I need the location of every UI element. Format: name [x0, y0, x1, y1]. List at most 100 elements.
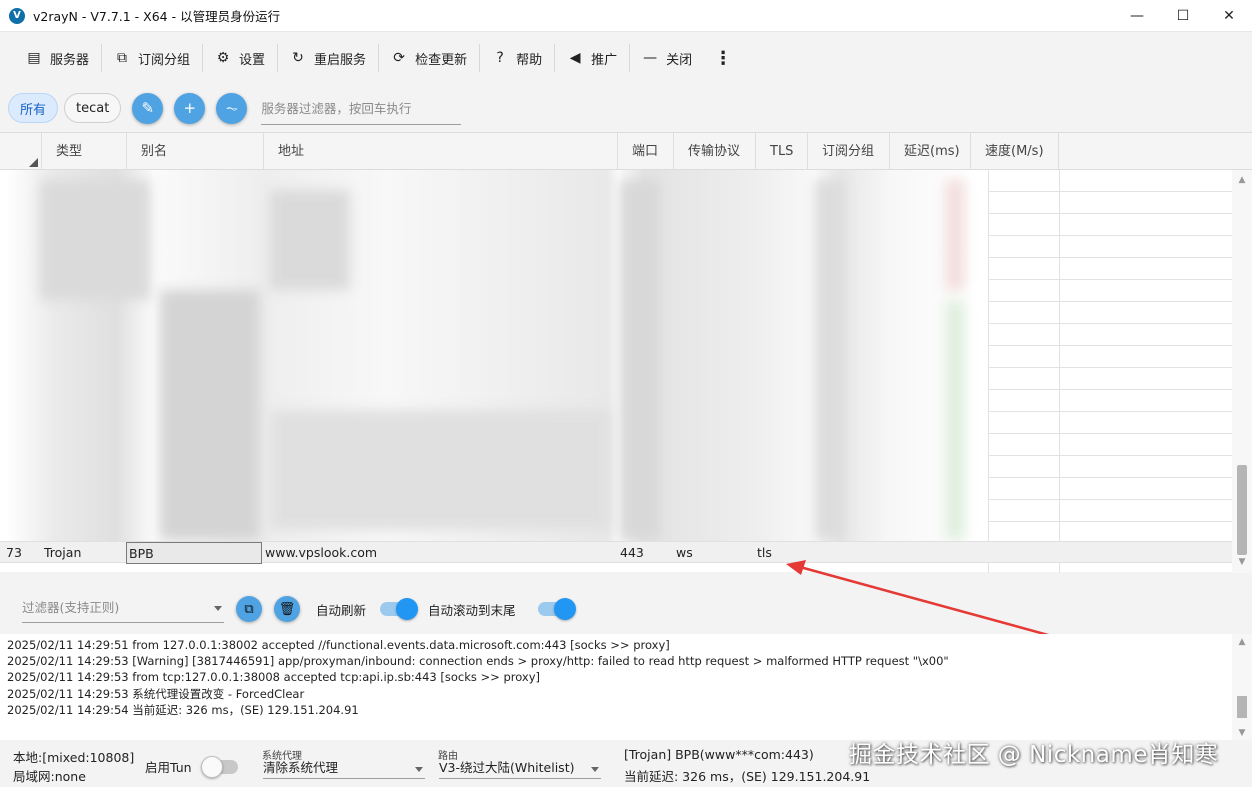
server-filter-input[interactable]: 服务器过滤器，按回车执行 [261, 91, 462, 125]
group-chip-tecat[interactable]: tecat [64, 93, 122, 123]
settings-menu[interactable]: ⚙ 设置 [203, 42, 277, 74]
blurred-block [945, 180, 965, 290]
grid-divider [988, 521, 1232, 522]
log-line: 2025/02/11 14:29:53 [Warning] [381744659… [7, 654, 949, 668]
grid-divider [988, 345, 1232, 346]
restart-icon: ↻ [292, 50, 304, 66]
log-output: 2025/02/11 14:29:51 from 127.0.0.1:38002… [0, 634, 1252, 740]
help-menu[interactable]: ? 帮助 [480, 42, 554, 74]
column-header-subscription[interactable]: 订阅分组 [808, 133, 890, 170]
toggle-knob [201, 756, 223, 778]
maximize-button[interactable]: ☐ [1160, 0, 1206, 32]
grid-divider [988, 323, 1232, 324]
grid-scrollbar[interactable]: ▲ ▼ [1232, 170, 1252, 573]
column-header-address[interactable]: 地址 [264, 133, 618, 170]
app-logo-icon: V [9, 7, 25, 24]
promotion-label: 推广 [591, 52, 618, 68]
grid-divider [988, 389, 1232, 390]
system-proxy-value: 清除系统代理 [263, 760, 339, 775]
grid-divider [988, 433, 1232, 434]
table-row-selected[interactable]: 73 Trojan BPB www.vpslook.com 443 ws tls [0, 541, 1232, 564]
copy-log-button[interactable]: ⧉ [236, 596, 262, 622]
grid-divider [988, 411, 1232, 412]
group-chip-all[interactable]: 所有 [8, 93, 59, 123]
blurred-block [620, 180, 660, 540]
grid-divider [988, 477, 1232, 478]
toggle-knob [396, 598, 419, 620]
minimize-button[interactable]: — [1114, 0, 1160, 32]
grid-divider [988, 279, 1232, 280]
column-header-port[interactable]: 端口 [618, 133, 674, 170]
current-server-info: [Trojan] BPB(www***com:443) [624, 747, 814, 762]
blurred-block [40, 180, 150, 300]
promotion-button[interactable]: ◀ 推广 [555, 42, 629, 74]
local-port-info: 本地:[mixed:10808] [13, 750, 135, 765]
subscription-icon: ⧉ [117, 50, 128, 66]
system-proxy-select[interactable]: 清除系统代理 [263, 759, 425, 779]
cell-tls: tls [757, 545, 772, 560]
column-header-network[interactable]: 传输协议 [674, 133, 756, 170]
update-icon: ⟳ [393, 50, 405, 66]
edit-server-button[interactable]: ✎ [132, 92, 164, 124]
chevron-down-icon [415, 767, 423, 772]
close-app-label: 关闭 [666, 52, 693, 68]
restart-service-button[interactable]: ↻ 重启服务 [278, 42, 378, 74]
corner-triangle-icon [29, 158, 38, 167]
blurred-block [270, 410, 610, 530]
scroll-up-icon[interactable]: ▲ [1232, 172, 1252, 188]
grid-divider [988, 367, 1232, 368]
server-icon: ▤ [27, 50, 41, 66]
cell-alias[interactable]: BPB [126, 542, 262, 564]
pencil-icon: ✎ [141, 99, 155, 117]
log-scrollbar[interactable]: ▲ ▼ [1232, 634, 1252, 740]
scroll-down-icon[interactable]: ▼ [1232, 554, 1252, 570]
grid-divider [988, 213, 1232, 214]
auto-scroll-label: 自动滚动到末尾 [428, 602, 516, 618]
check-update-menu[interactable]: ⟳ 检查更新 [379, 42, 479, 74]
column-header-tls[interactable]: TLS [756, 133, 808, 170]
log-line: 2025/02/11 14:29:53 from tcp:127.0.0.1:3… [7, 670, 541, 684]
servers-menu[interactable]: ▤ 服务器 [14, 42, 101, 74]
grid-divider [988, 235, 1232, 236]
subscription-menu-label: 订阅分组 [138, 52, 191, 68]
column-header-delay[interactable]: 延迟(ms) [890, 133, 971, 170]
window-controls: — ☐ ✕ [1114, 0, 1252, 32]
blurred-block [270, 190, 350, 290]
more-options-icon[interactable]: ⋮ [704, 48, 742, 69]
log-filter-input[interactable]: 过滤器(支持正则) [22, 595, 224, 623]
auto-refresh-toggle[interactable] [380, 598, 419, 620]
speed-test-button[interactable]: ⏦ [216, 92, 248, 124]
close-window-button[interactable]: ✕ [1206, 0, 1252, 32]
select-all-corner[interactable] [0, 133, 42, 170]
auto-scroll-toggle[interactable] [537, 598, 576, 620]
speaker-icon: ◀ [569, 50, 581, 66]
routing-select[interactable]: V3-绕过大陆(Whitelist) [439, 759, 601, 779]
clear-log-button[interactable]: 🗑 [274, 596, 300, 622]
grid-body: 73 Trojan BPB www.vpslook.com 443 ws tls [0, 170, 1232, 573]
subscription-menu[interactable]: ⧉ 订阅分组 [102, 42, 202, 74]
close-app-button[interactable]: — 关闭 [630, 42, 704, 74]
add-server-button[interactable]: + [174, 92, 206, 124]
cell-address: www.vpslook.com [265, 545, 378, 560]
column-header-alias[interactable]: 别名 [127, 133, 264, 170]
tun-toggle[interactable] [201, 756, 238, 778]
help-menu-label: 帮助 [516, 52, 543, 68]
chevron-down-icon [591, 767, 599, 772]
lan-info: 局域网:none [13, 769, 86, 784]
copy-icon: ⧉ [244, 601, 254, 617]
auto-refresh-label: 自动刷新 [316, 602, 367, 618]
log-line: 2025/02/11 14:29:54 当前延迟: 326 ms，(SE) 12… [7, 703, 359, 717]
waveform-icon: ⏦ [225, 99, 238, 117]
scroll-up-icon[interactable]: ▲ [1232, 637, 1252, 647]
grid-divider [988, 257, 1232, 258]
scroll-thumb[interactable] [1237, 465, 1247, 555]
window-title: v2rayN - V7.7.1 - X64 - 以管理员身份运行 [33, 9, 281, 24]
grid-divider [988, 499, 1232, 500]
plus-icon: + [183, 99, 197, 117]
column-header-type[interactable]: 类型 [42, 133, 127, 170]
scroll-down-icon[interactable]: ▼ [1232, 728, 1252, 738]
cell-port: 443 [620, 545, 644, 560]
column-header-speed[interactable]: 速度(M/s) [971, 133, 1059, 170]
row-index: 73 [6, 545, 22, 560]
scroll-thumb[interactable] [1237, 696, 1247, 718]
